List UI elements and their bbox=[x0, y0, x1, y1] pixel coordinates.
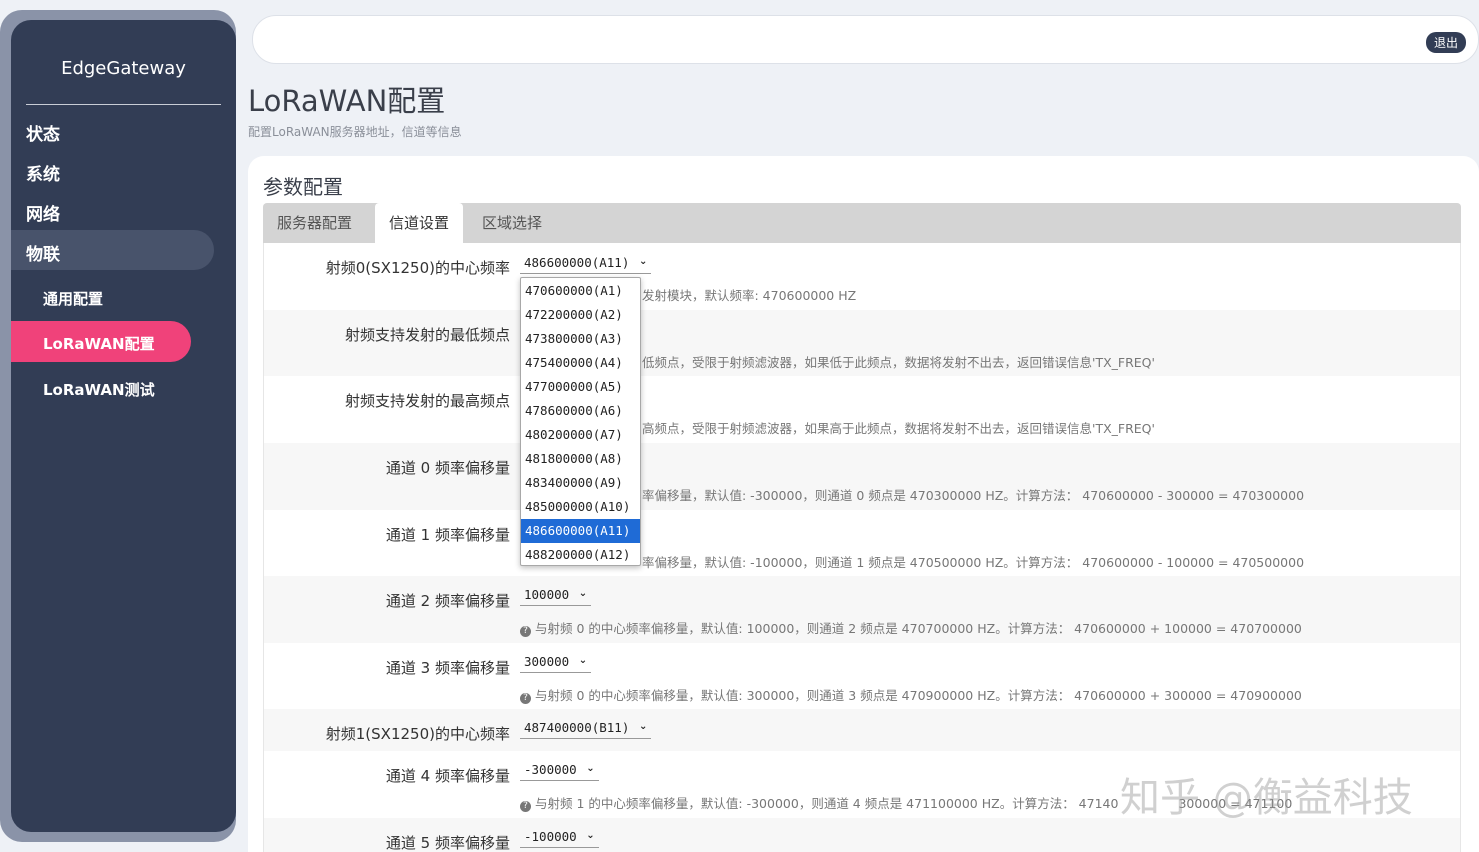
form-row-ch5: 通道 5 频率偏移量 -100000 ⌄ bbox=[264, 818, 1460, 852]
ch4-select[interactable]: -300000 ⌄ bbox=[520, 761, 599, 781]
max-freq-label: 射频支持发射的最高频点 bbox=[345, 390, 510, 411]
dropdown-option[interactable]: 477000000(A5) bbox=[521, 375, 640, 399]
question-circle-icon: ? bbox=[520, 626, 531, 637]
ch2-label: 通道 2 频率偏移量 bbox=[386, 590, 510, 611]
subnav-general-config[interactable]: 通用配置 bbox=[43, 288, 103, 309]
chevron-down-icon: ⌄ bbox=[639, 721, 647, 732]
dropdown-option[interactable]: 478600000(A6) bbox=[521, 399, 640, 423]
brand-divider bbox=[26, 104, 221, 105]
ch4-label: 通道 4 频率偏移量 bbox=[386, 765, 510, 786]
subnav-lorawan-test[interactable]: LoRaWAN测试 bbox=[43, 379, 155, 400]
tab-server-config[interactable]: 服务器配置 bbox=[263, 203, 366, 243]
tab-region-select[interactable]: 区域选择 bbox=[468, 203, 556, 243]
form-row-rf1: 射频1(SX1250)的中心频率 487400000(B11) ⌄ bbox=[264, 709, 1460, 751]
dropdown-option[interactable]: 480200000(A7) bbox=[521, 423, 640, 447]
brand-title: EdgeGateway bbox=[11, 58, 236, 79]
rf0-hint: 发射模块，默认频率: 470600000 HZ bbox=[642, 285, 856, 304]
page-title: LoRaWAN配置 bbox=[248, 78, 445, 120]
dropdown-option[interactable]: 488200000(A12) bbox=[521, 543, 640, 567]
subnav-lorawan-config[interactable]: LoRaWAN配置 bbox=[43, 333, 155, 354]
page-subtitle: 配置LoRaWAN服务器地址，信道等信息 bbox=[248, 123, 462, 140]
nav-item-iot[interactable]: 物联 bbox=[26, 240, 60, 265]
rf0-select[interactable]: 486600000(A11) ⌄ bbox=[520, 254, 651, 274]
chevron-down-icon: ⌄ bbox=[639, 256, 647, 267]
dropdown-option[interactable]: 486600000(A11) bbox=[521, 519, 640, 543]
chevron-down-icon: ⌄ bbox=[586, 763, 594, 774]
watermark: 知乎 @衡益科技 bbox=[1120, 765, 1413, 823]
ch4-select-value: -300000 bbox=[524, 762, 577, 777]
ch0-hint: 率偏移量，默认值: -300000，则通道 0 频点是 470300000 HZ… bbox=[642, 485, 1304, 504]
chevron-down-icon: ⌄ bbox=[579, 588, 587, 599]
dropdown-option[interactable]: 472200000(A2) bbox=[521, 303, 640, 327]
ch1-hint: 率偏移量，默认值: -100000，则通道 1 频点是 470500000 HZ… bbox=[642, 552, 1304, 571]
ch0-label: 通道 0 频率偏移量 bbox=[386, 457, 510, 478]
rf1-select-value: 487400000(B11) bbox=[524, 720, 629, 735]
ch3-hint-text: 与射频 0 的中心频率偏移量，默认值: 300000，则通道 3 频点是 470… bbox=[535, 688, 1302, 703]
ch1-label: 通道 1 频率偏移量 bbox=[386, 524, 510, 545]
ch2-select-value: 100000 bbox=[524, 587, 569, 602]
nav-item-status[interactable]: 状态 bbox=[26, 120, 60, 145]
min-freq-hint: 低频点，受限于射频滤波器，如果低于此频点，数据将发射不出去，返回错误信息'TX_… bbox=[642, 352, 1155, 371]
card-title: 参数配置 bbox=[263, 171, 343, 200]
form-rows: 射频0(SX1250)的中心频率 486600000(A11) ⌄ 发射模块，默认… bbox=[263, 243, 1461, 852]
ch2-select[interactable]: 100000 ⌄ bbox=[520, 586, 591, 606]
sidebar: EdgeGateway 状态 系统 网络 物联 通用配置 LoRaWAN配置 L… bbox=[11, 20, 236, 832]
ch3-hint: ? 与射频 0 的中心频率偏移量，默认值: 300000，则通道 3 频点是 47… bbox=[520, 685, 1302, 704]
ch3-select-value: 300000 bbox=[524, 654, 569, 669]
dropdown-option[interactable]: 475400000(A4) bbox=[521, 351, 640, 375]
ch5-select[interactable]: -100000 ⌄ bbox=[520, 828, 599, 848]
dropdown-option[interactable]: 481800000(A8) bbox=[521, 447, 640, 471]
ch5-select-value: -100000 bbox=[524, 829, 577, 844]
form-row-ch1: 通道 1 频率偏移量 率偏移量，默认值: -100000，则通道 1 频点是 4… bbox=[264, 510, 1460, 576]
form-row-max-freq: 射频支持发射的最高频点 高频点，受限于射频滤波器，如果高于此频点，数据将发射不出… bbox=[264, 376, 1460, 443]
rf0-dropdown-list[interactable]: 470600000(A1)472200000(A2)473800000(A3)4… bbox=[520, 277, 641, 566]
config-card: 参数配置 服务器配置 信道设置 区域选择 射频0(SX1250)的中心频率 48… bbox=[248, 156, 1479, 852]
ch4-hint-text: 与射频 1 的中心频率偏移量，默认值: -300000，则通道 4 频点是 47… bbox=[535, 796, 1118, 811]
rf0-select-value: 486600000(A11) bbox=[524, 255, 629, 270]
question-circle-icon: ? bbox=[520, 801, 531, 812]
ch3-label: 通道 3 频率偏移量 bbox=[386, 657, 510, 678]
question-circle-icon: ? bbox=[520, 693, 531, 704]
chevron-down-icon: ⌄ bbox=[586, 830, 594, 841]
ch3-select[interactable]: 300000 ⌄ bbox=[520, 653, 591, 673]
form-row-rf0: 射频0(SX1250)的中心频率 486600000(A11) ⌄ 发射模块，默认… bbox=[264, 243, 1460, 310]
nav-item-network[interactable]: 网络 bbox=[26, 200, 60, 225]
ch5-label: 通道 5 频率偏移量 bbox=[386, 832, 510, 852]
top-bar: 退出 bbox=[252, 15, 1479, 64]
dropdown-option[interactable]: 483400000(A9) bbox=[521, 471, 640, 495]
rf1-label: 射频1(SX1250)的中心频率 bbox=[326, 723, 510, 744]
tab-channel-settings[interactable]: 信道设置 bbox=[375, 203, 463, 243]
dropdown-option[interactable]: 473800000(A3) bbox=[521, 327, 640, 351]
min-freq-label: 射频支持发射的最低频点 bbox=[345, 324, 510, 345]
dropdown-option[interactable]: 470600000(A1) bbox=[521, 279, 640, 303]
form-row-min-freq: 射频支持发射的最低频点 低频点，受限于射频滤波器，如果低于此频点，数据将发射不出… bbox=[264, 310, 1460, 376]
form-row-ch0: 通道 0 频率偏移量 率偏移量，默认值: -300000，则通道 0 频点是 4… bbox=[264, 443, 1460, 510]
chevron-down-icon: ⌄ bbox=[579, 655, 587, 666]
rf1-select[interactable]: 487400000(B11) ⌄ bbox=[520, 719, 651, 739]
logout-button[interactable]: 退出 bbox=[1426, 32, 1466, 53]
ch2-hint: ? 与射频 0 的中心频率偏移量，默认值: 100000，则通道 2 频点是 47… bbox=[520, 618, 1302, 637]
nav-item-system[interactable]: 系统 bbox=[26, 160, 60, 185]
form-row-ch2: 通道 2 频率偏移量 100000 ⌄ ? 与射频 0 的中心频率偏移量，默认值: … bbox=[264, 576, 1460, 643]
tab-bar: 服务器配置 信道设置 区域选择 bbox=[263, 203, 1461, 243]
dropdown-option[interactable]: 485000000(A10) bbox=[521, 495, 640, 519]
rf0-label: 射频0(SX1250)的中心频率 bbox=[326, 257, 510, 278]
ch2-hint-text: 与射频 0 的中心频率偏移量，默认值: 100000，则通道 2 频点是 470… bbox=[535, 621, 1302, 636]
max-freq-hint: 高频点，受限于射频滤波器，如果高于此频点，数据将发射不出去，返回错误信息'TX_… bbox=[642, 418, 1155, 437]
form-row-ch3: 通道 3 频率偏移量 300000 ⌄ ? 与射频 0 的中心频率偏移量，默认值: … bbox=[264, 643, 1460, 709]
